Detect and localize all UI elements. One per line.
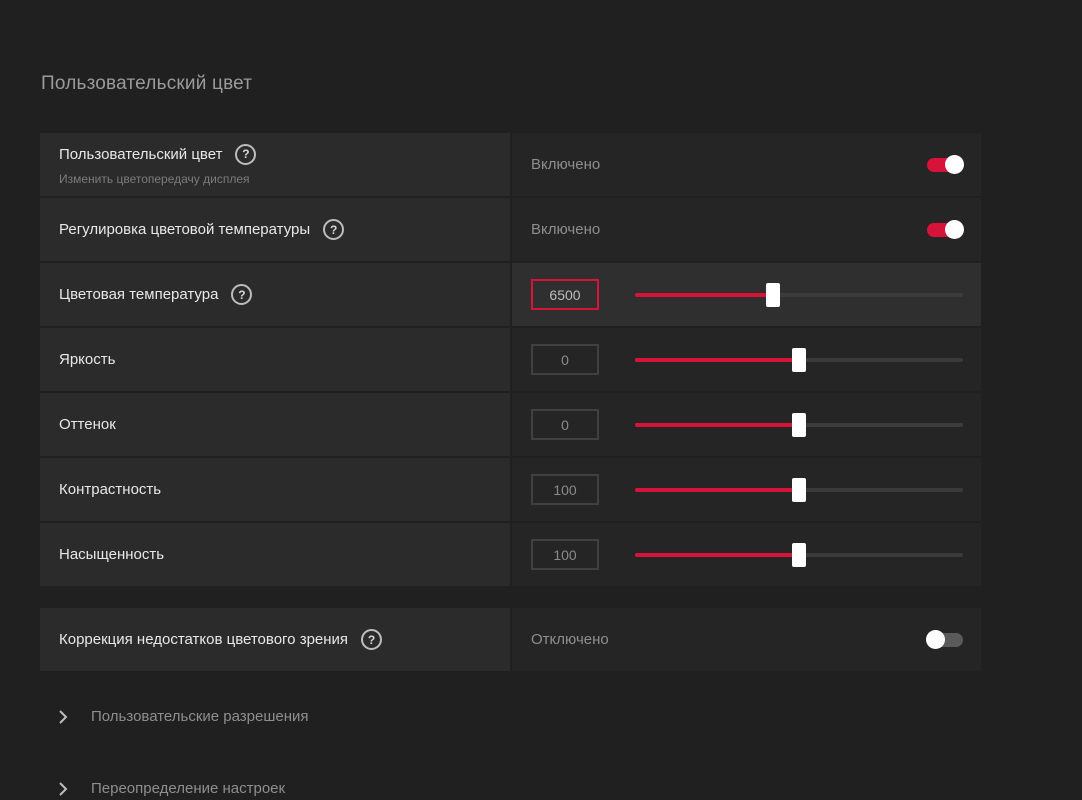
custom-color-row: Пользовательский цвет ? Изменить цветопе…	[40, 133, 981, 196]
color-temperature-slider[interactable]	[635, 282, 963, 307]
hue-slider[interactable]	[635, 412, 963, 437]
toggle-knob	[945, 154, 964, 174]
row-control-cell: Включено	[512, 133, 981, 196]
slider-thumb[interactable]	[792, 412, 806, 437]
row-control-cell: 100	[512, 458, 981, 521]
slider-fill	[635, 487, 799, 492]
help-icon[interactable]: ?	[235, 143, 257, 165]
saturation-row: Насыщенность 100	[40, 523, 981, 586]
chevron-right-icon	[59, 709, 68, 724]
row-label-cell: Коррекция недостатков цветового зрения ?	[40, 608, 510, 671]
custom-color-panel: Пользовательский цвет ? Изменить цветопе…	[40, 133, 981, 588]
slider-fill	[635, 552, 799, 557]
saturation-input[interactable]: 100	[531, 539, 599, 570]
toggle-knob	[926, 629, 945, 649]
color-temperature-label: Цветовая температура	[59, 286, 219, 303]
color-temperature-control-toggle[interactable]	[927, 219, 964, 239]
vision-correction-panel: Коррекция недостатков цветового зрения ?…	[40, 608, 981, 673]
toggle-knob	[945, 219, 964, 239]
color-temperature-control-row: Регулировка цветовой температуры ? Включ…	[40, 198, 981, 261]
vision-correction-label: Коррекция недостатков цветового зрения	[59, 631, 349, 648]
hue-row: Оттенок 0	[40, 393, 981, 456]
contrast-slider[interactable]	[635, 477, 963, 502]
vision-correction-row: Коррекция недостатков цветового зрения ?…	[40, 608, 981, 671]
brightness-label: Яркость	[59, 351, 116, 368]
contrast-input[interactable]: 100	[531, 474, 599, 505]
chevron-right-icon	[59, 781, 68, 796]
custom-color-toggle[interactable]	[927, 154, 964, 174]
slider-fill	[635, 422, 799, 427]
custom-color-label: Пользовательский цвет	[59, 145, 223, 163]
contrast-label: Контрастность	[59, 481, 162, 498]
color-temperature-control-label: Регулировка цветовой температуры	[59, 221, 311, 238]
row-label-cell: Цветовая температура ?	[40, 263, 510, 326]
brightness-row: Яркость 0	[40, 328, 981, 391]
brightness-slider[interactable]	[635, 347, 963, 372]
slider-thumb[interactable]	[792, 347, 806, 372]
section-title: Пользовательский цвет	[41, 73, 253, 94]
row-label-cell: Яркость	[40, 328, 510, 391]
expander-label: Пользовательские разрешения	[91, 708, 309, 725]
vision-correction-status: Отключено	[531, 631, 609, 648]
help-icon[interactable]: ?	[361, 629, 383, 650]
color-temperature-input[interactable]: 6500	[531, 279, 599, 310]
custom-color-sublabel: Изменить цветопередачу дисплея	[59, 171, 250, 186]
saturation-label: Насыщенность	[59, 546, 165, 563]
color-temperature-row: Цветовая температура ? 6500	[40, 263, 981, 326]
help-icon[interactable]: ?	[323, 219, 345, 240]
slider-thumb[interactable]	[792, 542, 806, 567]
override-settings-expander[interactable]: Переопределение настроек	[56, 780, 285, 797]
display-settings-page: Пользовательский цвет Пользовательский ц…	[0, 0, 1082, 800]
expander-label: Переопределение настроек	[91, 780, 286, 797]
brightness-input[interactable]: 0	[531, 344, 599, 375]
hue-label: Оттенок	[59, 416, 116, 433]
saturation-slider[interactable]	[635, 542, 963, 567]
row-control-cell: 6500	[512, 263, 981, 326]
contrast-row: Контрастность 100	[40, 458, 981, 521]
slider-fill	[635, 357, 799, 362]
color-temperature-control-status: Включено	[531, 221, 601, 238]
hue-input[interactable]: 0	[531, 409, 599, 440]
custom-resolutions-expander[interactable]: Пользовательские разрешения	[56, 708, 309, 725]
row-label-cell: Пользовательский цвет ? Изменить цветопе…	[40, 133, 510, 196]
row-label-cell: Оттенок	[40, 393, 510, 456]
row-label-cell: Насыщенность	[40, 523, 510, 586]
row-control-cell: Отключено	[512, 608, 981, 671]
custom-color-status: Включено	[531, 156, 601, 173]
help-icon[interactable]: ?	[231, 284, 253, 305]
row-label-cell: Контрастность	[40, 458, 510, 521]
slider-fill	[635, 292, 773, 297]
row-control-cell: 0	[512, 328, 981, 391]
row-control-cell: 100	[512, 523, 981, 586]
row-control-cell: 0	[512, 393, 981, 456]
slider-thumb[interactable]	[792, 477, 806, 502]
row-label-cell: Регулировка цветовой температуры ?	[40, 198, 510, 261]
row-control-cell: Включено	[512, 198, 981, 261]
slider-thumb[interactable]	[765, 282, 780, 307]
vision-correction-toggle[interactable]	[926, 629, 963, 649]
